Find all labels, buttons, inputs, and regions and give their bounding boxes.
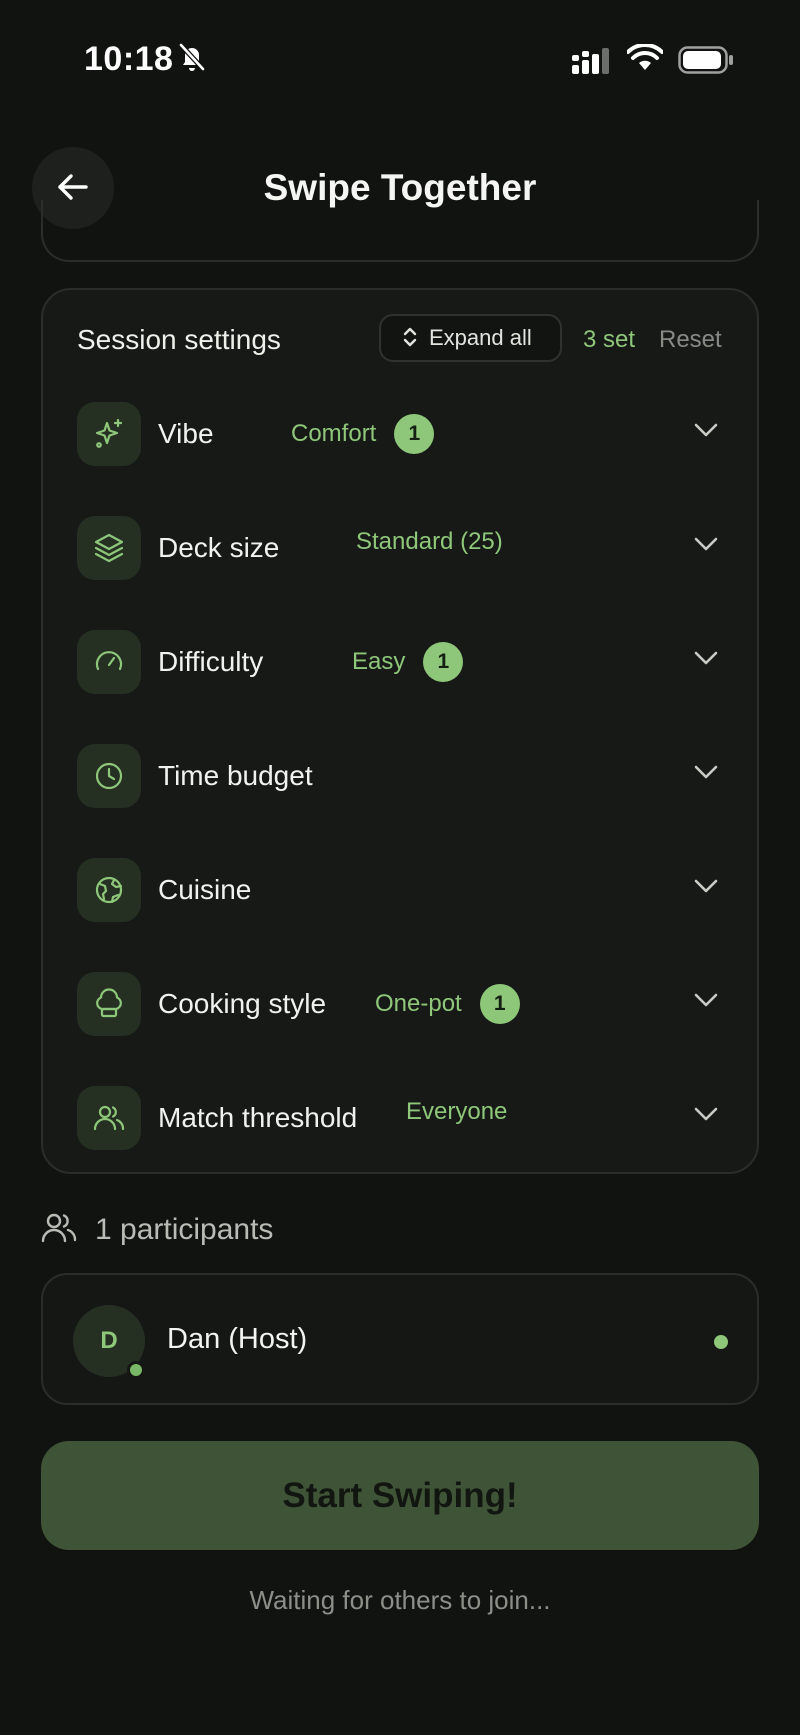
chevron-down-icon[interactable]: [693, 992, 719, 1013]
setting-value: Comfort: [291, 420, 377, 447]
reset-button[interactable]: Reset: [659, 326, 722, 354]
participant-card: D Dan (Host): [41, 1273, 759, 1405]
waiting-text: Waiting for others to join...: [249, 1585, 551, 1615]
setting-label: Deck size: [158, 532, 280, 563]
clock-icon: [77, 744, 141, 808]
chevron-down-icon[interactable]: [693, 878, 719, 899]
expand-all-label: Expand all: [429, 325, 532, 350]
signal-icon: [572, 48, 612, 79]
online-status-dot: [714, 1335, 728, 1349]
setting-label: Time budget: [158, 760, 313, 791]
avatar-online-indicator: [127, 1361, 145, 1379]
set-count: 3 set: [583, 326, 636, 353]
count-badge: 1: [394, 414, 435, 454]
setting-row-time-budget[interactable]: Time budget: [43, 734, 757, 814]
sparkles-icon: [77, 402, 141, 466]
previous-card-edge: [41, 200, 759, 262]
setting-summary: Comfort 1: [291, 414, 435, 454]
setting-value: One-pot: [375, 990, 462, 1017]
setting-value: Easy: [352, 648, 406, 675]
participants-heading: 1 participants: [41, 1211, 273, 1248]
setting-row-difficulty[interactable]: Difficulty Easy 1: [43, 620, 757, 700]
chevron-down-icon[interactable]: [693, 422, 719, 443]
start-swiping-button[interactable]: Start Swiping!: [41, 1441, 759, 1550]
count-badge: 1: [423, 642, 464, 682]
setting-value: Everyone: [406, 1098, 508, 1125]
globe-icon: [77, 858, 141, 922]
setting-label: Cuisine: [158, 874, 252, 905]
setting-label: Vibe: [158, 418, 214, 449]
chevron-down-icon[interactable]: [693, 536, 719, 557]
participants-count: 1 participants: [95, 1212, 274, 1246]
setting-row-match-threshold[interactable]: Match threshold Everyone: [43, 1076, 757, 1156]
setting-row-cooking-style[interactable]: Cooking style One-pot 1: [43, 962, 757, 1042]
setting-row-deck-size[interactable]: Deck size Standard (25): [43, 506, 757, 586]
wifi-icon: [626, 42, 664, 77]
bell-slash-icon: [178, 42, 206, 77]
setting-row-cuisine[interactable]: Cuisine: [43, 848, 757, 928]
participant-name: Dan (Host): [167, 1323, 308, 1355]
settings-header: Session settings Expand all 3 set Reset: [43, 290, 757, 390]
setting-summary: One-pot 1: [375, 984, 520, 1024]
setting-value: Standard (25): [356, 528, 503, 555]
chef-hat-icon: [77, 972, 141, 1036]
chevron-down-icon[interactable]: [693, 1106, 719, 1127]
setting-label: Match threshold: [158, 1102, 358, 1133]
chevron-down-icon[interactable]: [693, 650, 719, 671]
setting-summary: Easy 1: [352, 642, 464, 682]
chevrons-up-down-icon: [401, 325, 419, 352]
status-time: 10:18: [84, 40, 174, 78]
settings-title: Session settings: [77, 324, 281, 355]
count-badge: 1: [479, 984, 520, 1024]
layers-icon: [77, 516, 141, 580]
gauge-icon: [77, 630, 141, 694]
battery-icon: [678, 46, 734, 79]
users-icon: [41, 1211, 77, 1248]
users-icon: [77, 1086, 141, 1150]
chevron-down-icon[interactable]: [693, 764, 719, 785]
setting-summary: Everyone: [406, 1098, 507, 1126]
setting-label: Difficulty: [158, 646, 264, 677]
status-bar: 10:18: [0, 0, 800, 110]
setting-summary: Standard (25): [356, 528, 503, 556]
setting-label: Cooking style: [158, 988, 327, 1019]
session-settings-card: Session settings Expand all 3 set Reset …: [41, 288, 759, 1174]
expand-all-button[interactable]: Expand all: [379, 314, 562, 362]
setting-row-vibe[interactable]: Vibe Comfort 1: [43, 392, 757, 472]
